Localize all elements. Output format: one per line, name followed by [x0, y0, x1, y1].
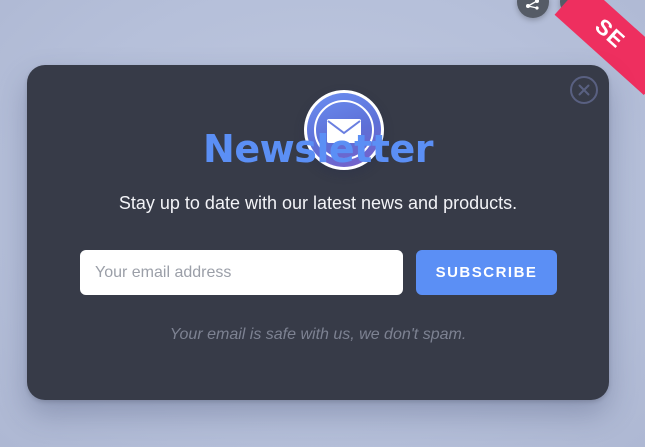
close-icon	[578, 84, 590, 96]
privacy-note: Your email is safe with us, we don't spa…	[169, 326, 467, 343]
newsletter-modal: Newsletter Stay up to date with our late…	[27, 65, 609, 400]
share-icon	[526, 0, 539, 10]
modal-subtitle: Stay up to date with our latest news and…	[118, 193, 518, 213]
email-field[interactable]	[80, 250, 403, 295]
ribbon-label: SE	[590, 13, 631, 53]
modal-title: Newsletter	[203, 127, 433, 171]
close-button[interactable]	[570, 76, 598, 104]
page-background: SE Newsletter Stay up to date with our l…	[0, 0, 645, 447]
subscribe-button[interactable]: SUBSCRIBE	[416, 250, 557, 295]
share-button[interactable]	[517, 0, 549, 18]
